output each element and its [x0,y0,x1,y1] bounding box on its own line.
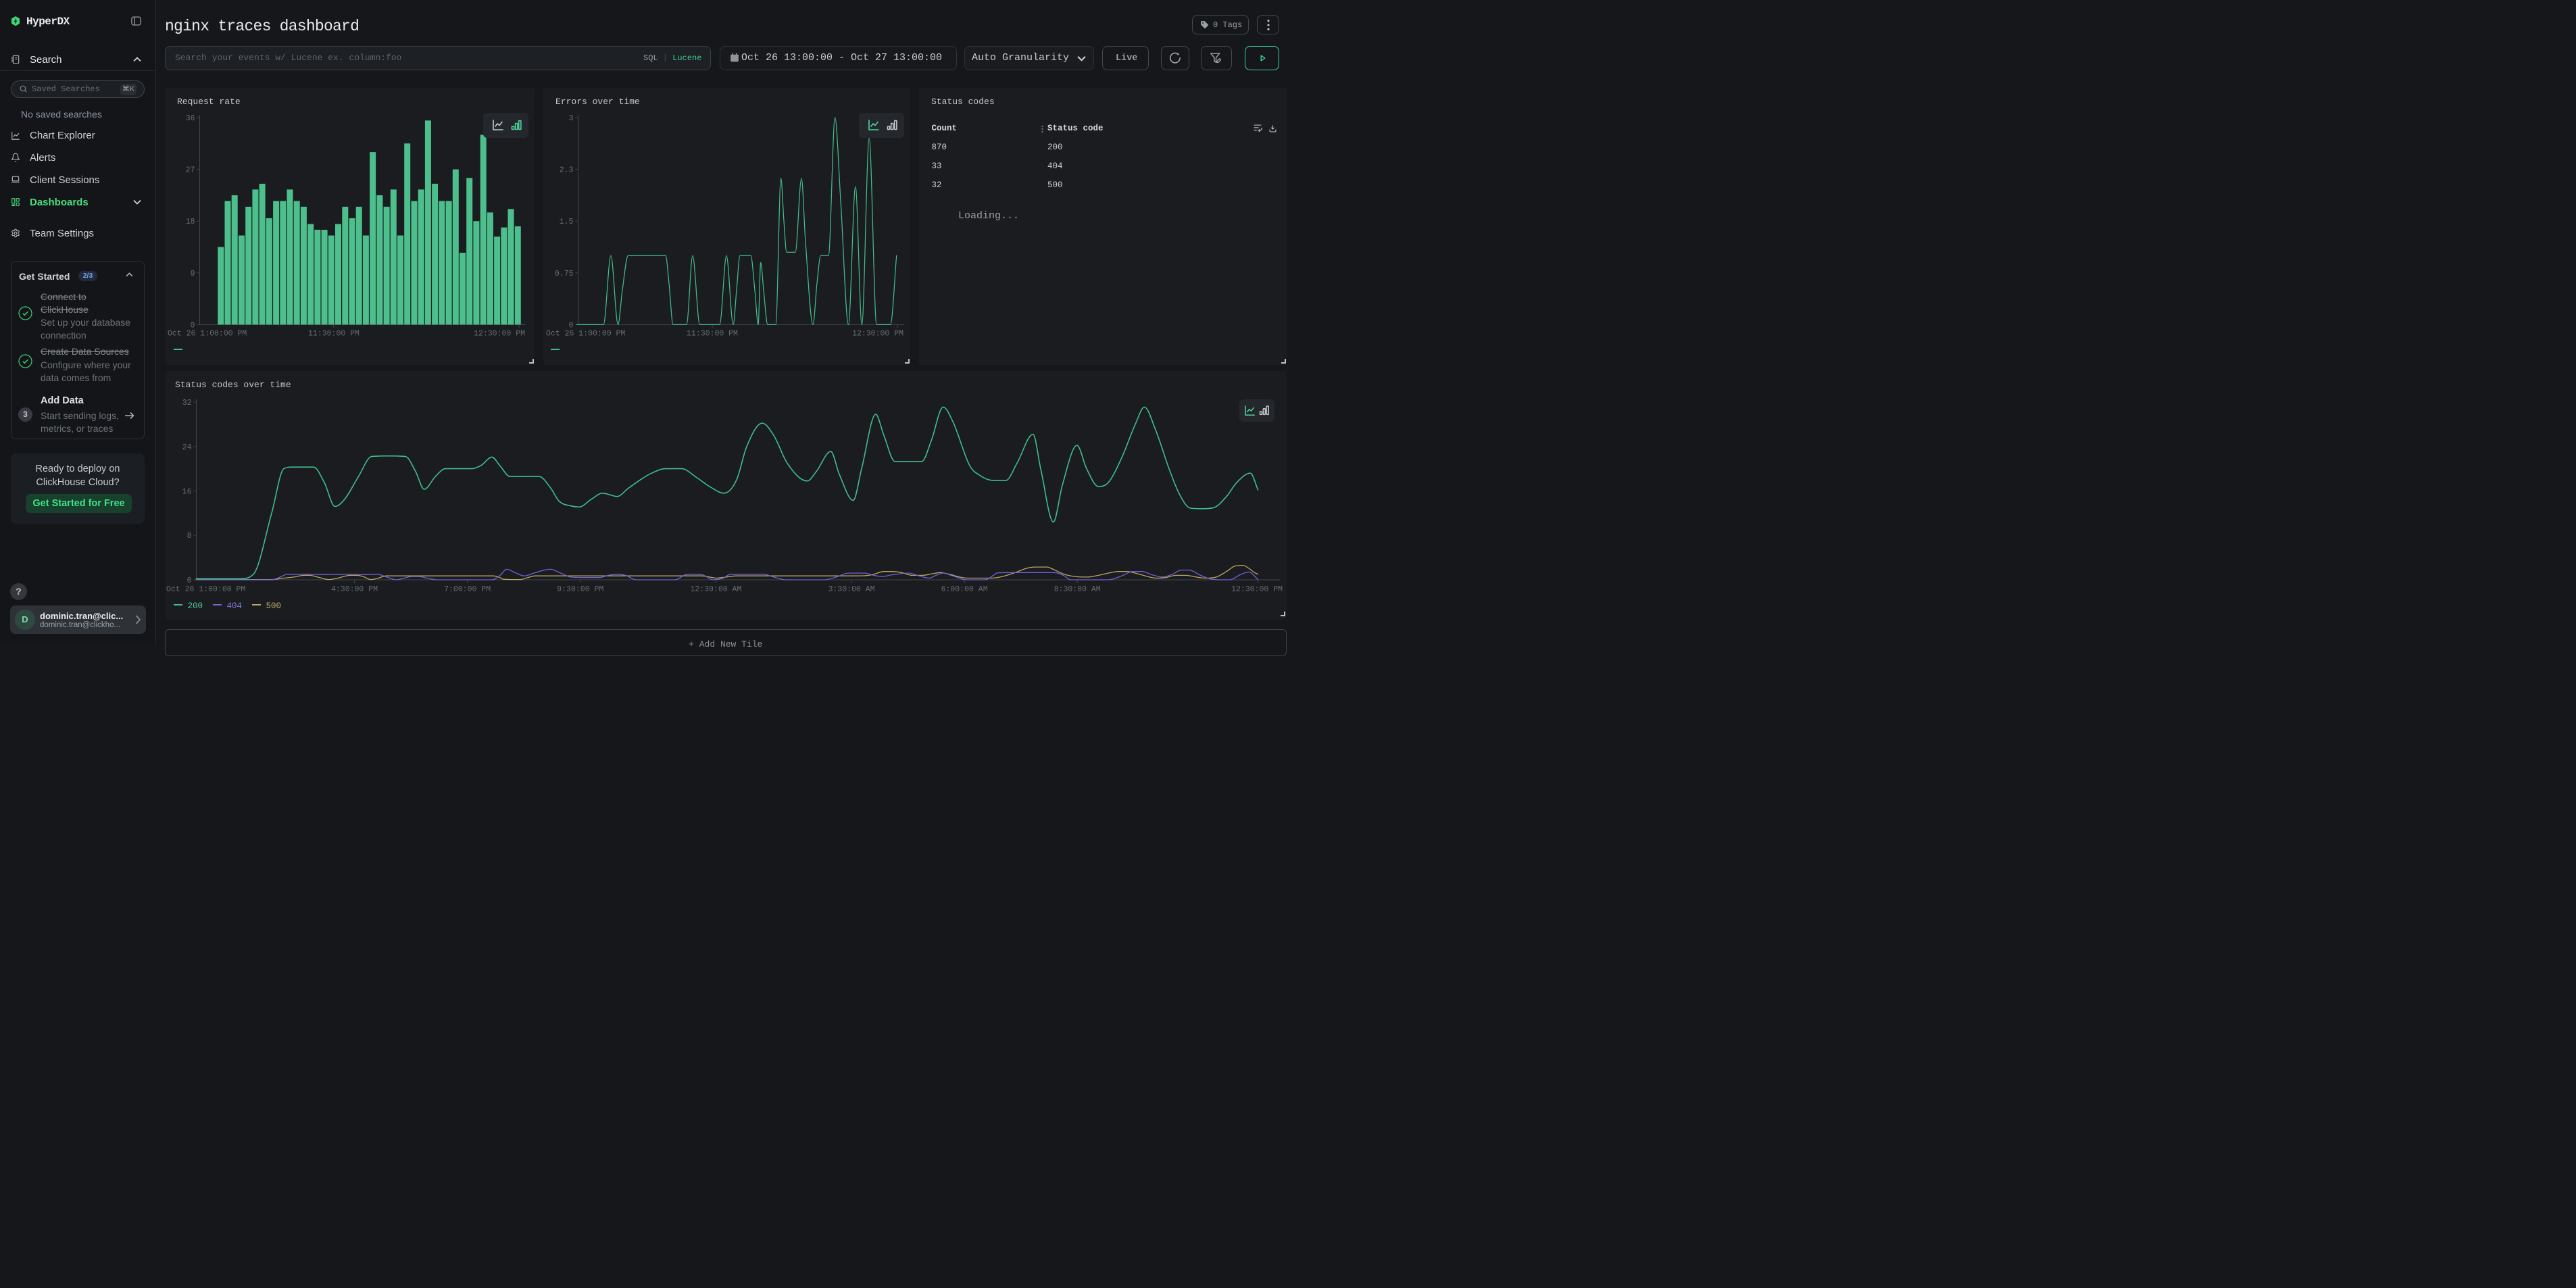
svg-text:8: 8 [187,532,192,541]
svg-text:12:30:00 PM: 12:30:00 PM [1231,585,1283,594]
svg-text:24: 24 [182,443,192,452]
svg-text:9:30:00 PM: 9:30:00 PM [557,585,603,594]
svg-text:2.3: 2.3 [560,166,574,175]
svg-text:8:30:00 AM: 8:30:00 AM [1054,585,1101,594]
svg-text:18: 18 [186,218,195,226]
svg-text:12:30:00 PM: 12:30:00 PM [474,329,525,338]
svg-text:7:00:00 PM: 7:00:00 PM [444,585,491,594]
svg-text:12:30:00 AM: 12:30:00 AM [690,585,741,594]
svg-text:27: 27 [186,166,195,175]
svg-text:0.75: 0.75 [555,270,574,278]
svg-text:Oct 26 1:00:00 PM: Oct 26 1:00:00 PM [168,329,247,338]
svg-text:4:30:00 PM: 4:30:00 PM [331,585,378,594]
svg-text:3: 3 [569,114,574,123]
svg-text:11:30:00 PM: 11:30:00 PM [308,329,360,338]
svg-text:16: 16 [182,488,192,497]
svg-text:36: 36 [186,114,195,123]
svg-text:Oct 26 1:00:00 PM: Oct 26 1:00:00 PM [546,329,625,338]
svg-text:32: 32 [182,399,192,407]
svg-text:0: 0 [187,576,192,585]
svg-text:12:30:00 PM: 12:30:00 PM [852,329,903,338]
svg-text:1.5: 1.5 [560,218,574,226]
svg-text:Oct 26 1:00:00 PM: Oct 26 1:00:00 PM [166,585,245,594]
svg-text:3:30:00 AM: 3:30:00 AM [828,585,874,594]
svg-text:11:30:00 PM: 11:30:00 PM [687,329,738,338]
svg-text:9: 9 [191,270,195,278]
svg-text:6:00:00 AM: 6:00:00 AM [941,585,988,594]
